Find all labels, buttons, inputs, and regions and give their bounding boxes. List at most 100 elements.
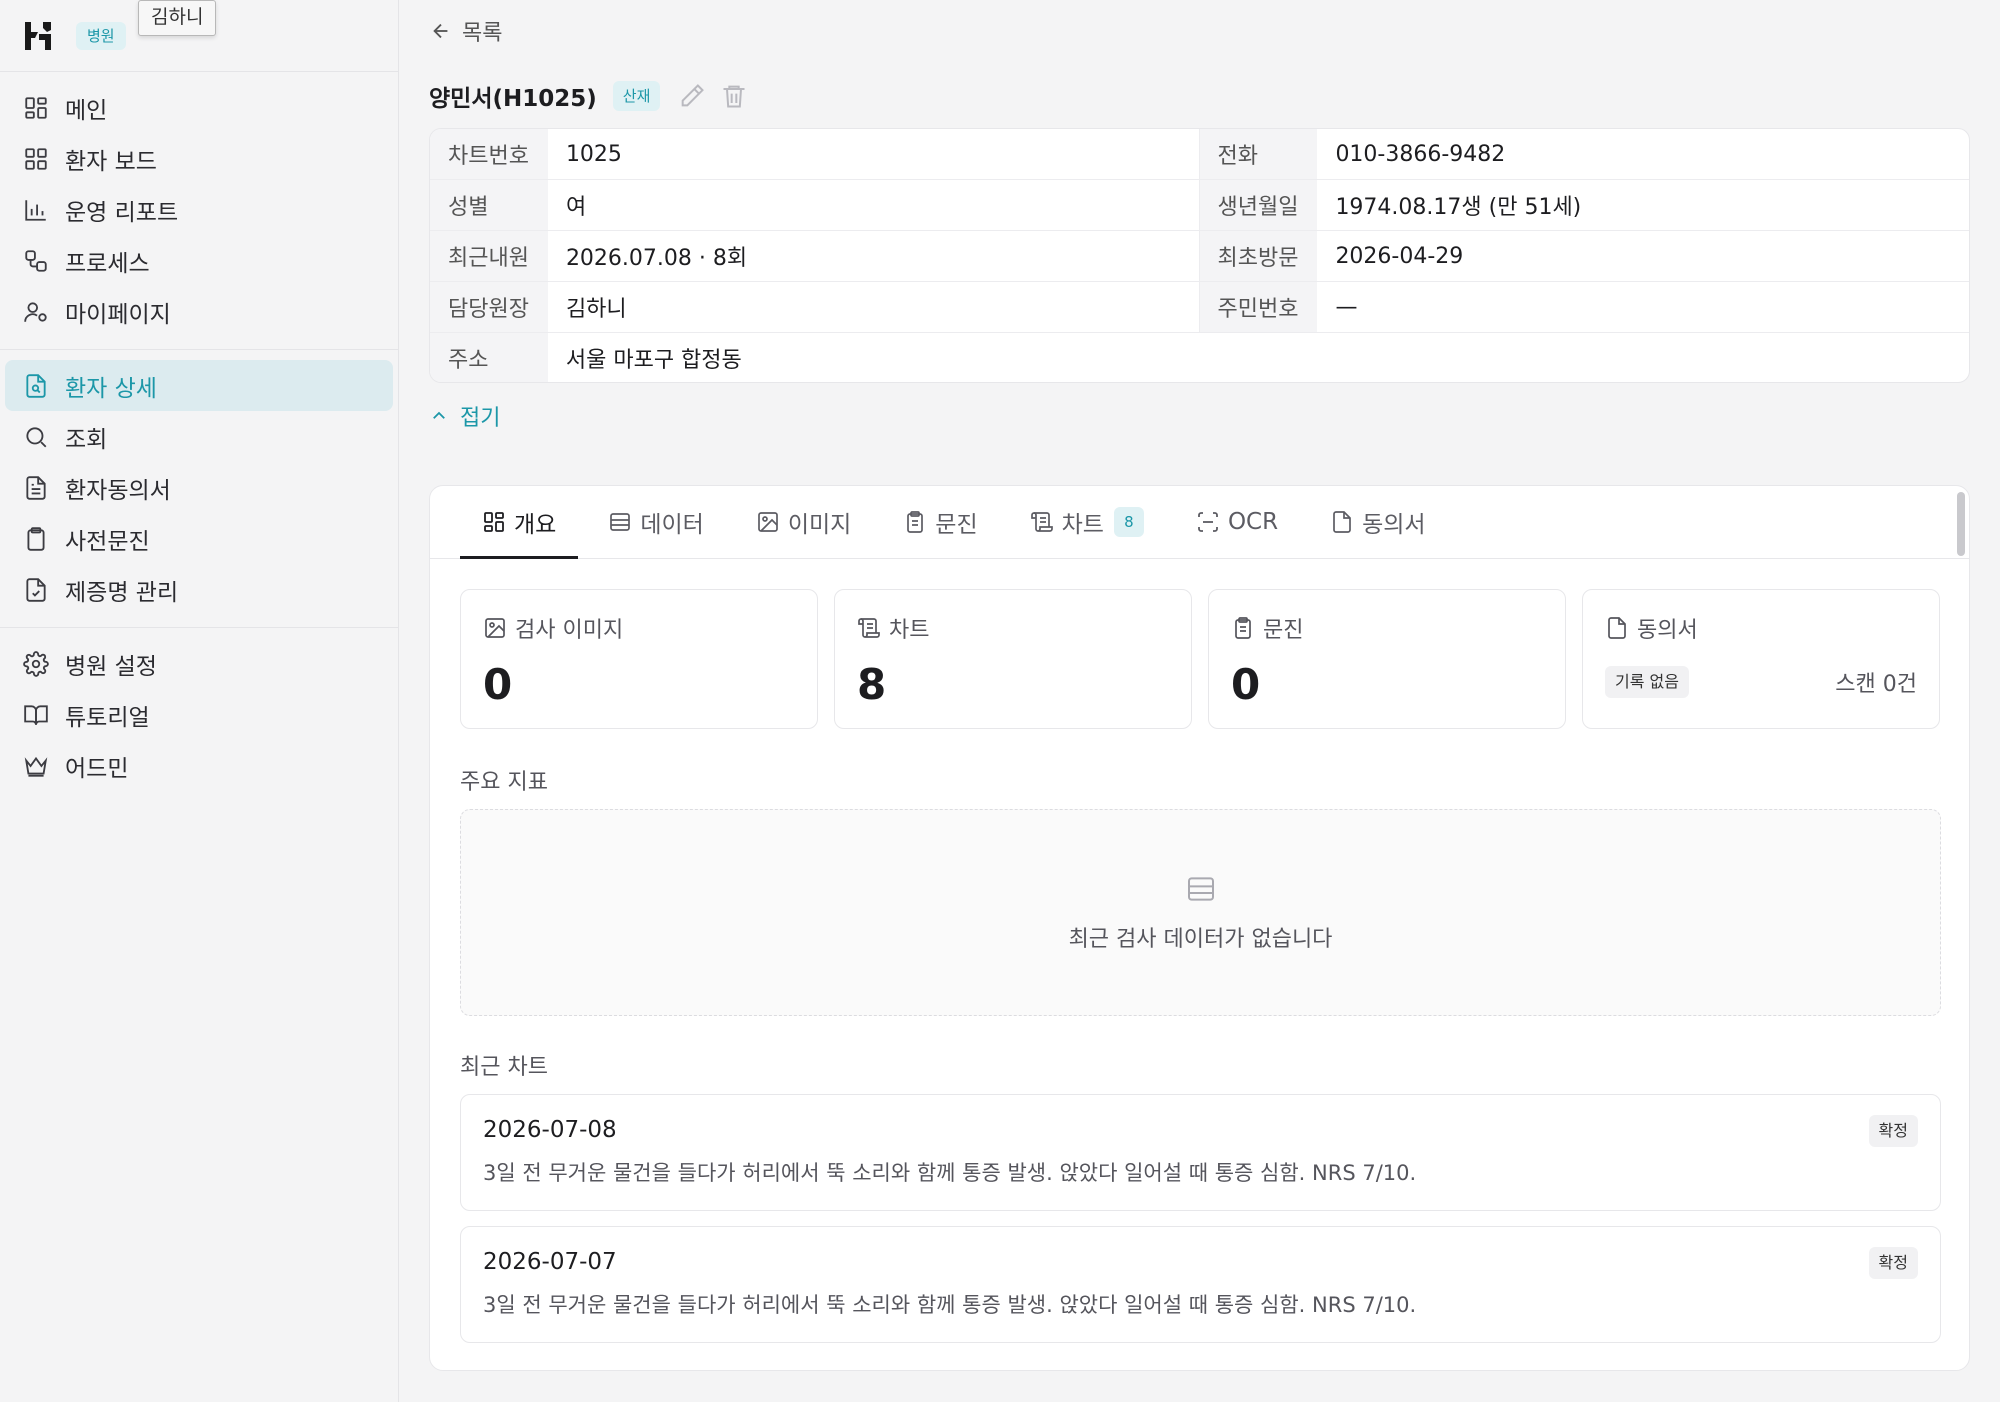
sidebar-item-process[interactable]: 프로세스 [5, 235, 393, 286]
patient-info-table: 차트번호 1025 전화 010-3866-9482 성별 여 생년월일 197… [429, 128, 1970, 383]
chart-date: 2026-07-07 [483, 1249, 617, 1275]
dashboard-icon [25, 96, 47, 119]
sidebar-item-report[interactable]: 운영 리포트 [5, 184, 393, 235]
info-value: 1974.08.17생 (만 51세) [1335, 195, 1582, 220]
info-row: 성별 여 생년월일 1974.08.17생 (만 51세) [430, 180, 1969, 231]
nav-group-primary: 메인 환자 보드 운영 리포트 프로세스 마이페이지 [0, 72, 398, 350]
stat-label: 검사 이미지 [515, 618, 624, 643]
info-label: 차트번호 [430, 129, 548, 179]
sidebar-item-questionnaire[interactable]: 사전문진 [5, 513, 393, 564]
sidebar-item-label: 어드민 [65, 755, 129, 782]
info-value: 여 [548, 180, 1200, 230]
stat-header: 차트 [857, 612, 1169, 644]
back-label: 목록 [462, 21, 503, 46]
info-label: 최초방문 [1199, 231, 1318, 281]
sidebar-item-label: 튜토리얼 [65, 704, 150, 731]
sidebar-item-hospital-settings[interactable]: 병원 설정 [5, 638, 393, 689]
hospital-badge[interactable]: 병원 [76, 21, 126, 50]
tab-label: 데이터 [640, 511, 704, 538]
tab-data[interactable]: 데이터 [586, 486, 725, 558]
clipboard-icon [907, 510, 924, 533]
sidebar-item-main[interactable]: 메인 [5, 82, 393, 133]
table-icon [1187, 876, 1214, 901]
table-icon [610, 512, 631, 531]
stat-footer: 기록 없음 스캔 0건 [1605, 666, 1917, 698]
book-icon [24, 704, 48, 725]
chart-summary: 3일 전 무거운 물건을 들다가 허리에서 뚝 소리와 함께 통증 발생. 앉았… [483, 1161, 1417, 1185]
sidebar-item-label: 환자동의서 [65, 477, 171, 504]
sidebar-item-label: 사전문진 [65, 528, 150, 555]
scan-count: 스캔 0건 [1835, 672, 1917, 697]
sidebar-item-patient-board[interactable]: 환자 보드 [5, 133, 393, 184]
scrollbar[interactable] [1957, 492, 1965, 556]
document-icon [1333, 510, 1351, 533]
empty-state-text: 최근 검사 데이터가 없습니다 [1068, 926, 1333, 952]
recent-chart-card[interactable]: 2026-07-07 3일 전 무거운 물건을 들다가 허리에서 뚝 소리와 함… [460, 1226, 1941, 1343]
sidebar-item-admin[interactable]: 어드민 [5, 740, 393, 791]
no-record-badge: 기록 없음 [1605, 666, 1689, 698]
user-settings-icon [24, 301, 47, 322]
image-icon [485, 618, 505, 638]
sidebar-item-label: 환자 보드 [65, 148, 157, 175]
sidebar-item-consent[interactable]: 환자동의서 [5, 462, 393, 513]
nav-group-settings: 병원 설정 튜토리얼 어드민 [0, 628, 398, 803]
tab-label: OCR [1227, 508, 1279, 535]
stat-card-consents[interactable]: 동의서 기록 없음 스캔 0건 [1582, 589, 1940, 729]
stat-card-questionnaires[interactable]: 문진 0 [1208, 589, 1566, 729]
gear-icon [23, 650, 49, 677]
edit-icon[interactable] [678, 82, 706, 110]
tab-count-badge: 8 [1113, 506, 1144, 537]
sidebar-item-label: 제증명 관리 [65, 579, 179, 606]
trash-icon[interactable] [720, 82, 748, 110]
back-to-list-link[interactable]: 목록 [430, 16, 502, 46]
stat-card-images[interactable]: 검사 이미지 0 [460, 589, 818, 729]
chart-summary: 3일 전 무거운 물건을 들다가 허리에서 뚝 소리와 함께 통증 발생. 앉았… [483, 1293, 1417, 1317]
key-metrics-empty-state: 최근 검사 데이터가 없습니다 [460, 809, 1941, 1016]
sidebar-item-search[interactable]: 조회 [5, 411, 393, 462]
sidebar-item-label: 조회 [65, 426, 108, 453]
recent-charts-title: 최근 차트 [460, 1055, 548, 1080]
chart-date: 2026-07-08 [483, 1117, 617, 1143]
info-label: 최근내원 [430, 231, 548, 281]
sidebar-item-label: 마이페이지 [65, 301, 171, 328]
tab-overview[interactable]: 개요 [460, 486, 579, 559]
stat-label: 차트 [889, 618, 930, 643]
recent-chart-card[interactable]: 2026-07-08 3일 전 무거운 물건을 들다가 허리에서 뚝 소리와 함… [460, 1094, 1941, 1211]
stat-value: 8 [857, 660, 887, 709]
sidebar-item-patient-detail[interactable]: 환자 상세 [5, 360, 393, 411]
info-value: 010-3866-9482 [1335, 141, 1506, 167]
workflow-icon [25, 249, 47, 272]
grid-icon [25, 147, 47, 170]
chart-scroll-icon [858, 618, 880, 638]
sidebar-item-mypage[interactable]: 마이페이지 [5, 286, 393, 337]
nav-group-patient: 환자 상세 조회 환자동의서 사전문진 제증명 관리 [0, 350, 398, 628]
sidebar-item-certificate[interactable]: 제증명 관리 [5, 564, 393, 615]
tab-questionnaire[interactable]: 문진 [881, 486, 999, 558]
main-content: 목록 양민서(H1025) 산재 차트번호 1025 전화 010-3866-9… [400, 0, 2000, 1402]
app-logo-icon[interactable] [22, 20, 54, 52]
tab-label: 동의서 [1362, 511, 1426, 538]
tab-ocr[interactable]: OCR [1174, 486, 1300, 558]
page-title: 양민서(H1025) [429, 86, 597, 112]
stat-value: 0 [483, 660, 513, 709]
info-value: 2026-04-29 [1335, 243, 1464, 269]
sidebar-item-tutorial[interactable]: 튜토리얼 [5, 689, 393, 740]
stat-card-charts[interactable]: 차트 8 [834, 589, 1192, 729]
info-row: 차트번호 1025 전화 010-3866-9482 [430, 129, 1969, 180]
tab-charts[interactable]: 차트 8 [1008, 486, 1166, 558]
patient-tabs-panel: 개요 데이터 이미지 문진 차트 8 OCR 동의서 검사 이미지 0 차트 8… [429, 485, 1970, 1371]
tab-images[interactable]: 이미지 [734, 486, 873, 558]
tab-label: 문진 [935, 511, 978, 538]
info-row: 담당원장 김하니 주민번호 — [430, 282, 1969, 333]
tab-consents[interactable]: 동의서 [1308, 486, 1447, 558]
tab-label: 차트 [1061, 511, 1104, 538]
clipboard-icon [1235, 617, 1251, 639]
crown-icon [24, 756, 48, 777]
status-badge: 확정 [1868, 1247, 1918, 1279]
image-icon [757, 511, 778, 532]
collapse-toggle[interactable]: 접기 [430, 400, 500, 432]
chart-scroll-icon [1030, 511, 1053, 532]
sidebar-item-label: 환자 상세 [65, 375, 157, 402]
info-label: 주민번호 [1199, 282, 1318, 332]
summary-cards: 검사 이미지 0 차트 8 문진 0 동의서 기록 없음 스캔 0건 [460, 589, 1940, 729]
